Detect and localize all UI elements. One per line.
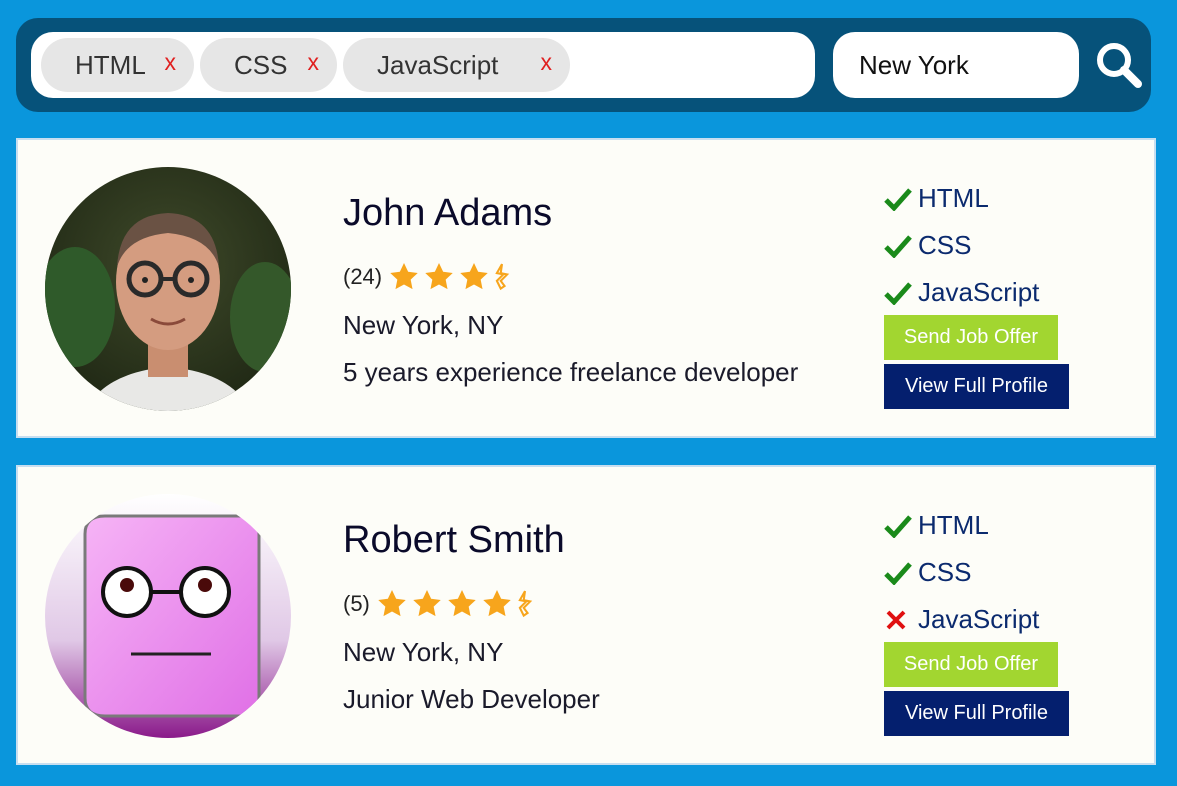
star-icon bbox=[425, 263, 453, 290]
skill-label: HTML bbox=[918, 183, 989, 213]
search-button[interactable] bbox=[1094, 40, 1144, 90]
star-icon bbox=[390, 263, 418, 290]
tag-css: CSS x bbox=[200, 38, 337, 92]
search-icon bbox=[1097, 43, 1142, 88]
send-job-offer-button[interactable]: Send Job Offer bbox=[884, 315, 1058, 360]
check-icon bbox=[884, 187, 912, 211]
star-icon bbox=[448, 590, 476, 617]
star-icon bbox=[378, 590, 406, 617]
skill-tags-input[interactable]: HTML x CSS x JavaScript x bbox=[31, 32, 815, 98]
candidate-description: 5 years experience freelance developer bbox=[343, 357, 799, 387]
star-icon bbox=[483, 590, 511, 617]
avatar bbox=[45, 494, 291, 738]
skill-item: HTML bbox=[884, 502, 1039, 549]
skill-label: JavaScript bbox=[918, 277, 1040, 307]
remove-tag-button[interactable]: x bbox=[165, 35, 177, 89]
skill-item: JavaScript bbox=[884, 596, 1039, 643]
skill-label: JavaScript bbox=[918, 604, 1040, 634]
check-icon bbox=[884, 561, 912, 585]
skill-item: CSS bbox=[884, 549, 1039, 596]
tag-label: JavaScript bbox=[377, 50, 499, 80]
avatar bbox=[45, 167, 291, 411]
skill-label: HTML bbox=[918, 510, 989, 540]
view-full-profile-button[interactable]: View Full Profile bbox=[884, 364, 1069, 409]
tag-javascript: JavaScript x bbox=[343, 38, 570, 92]
rating-count: (5) bbox=[343, 591, 370, 616]
candidate-location: New York, NY bbox=[343, 637, 504, 667]
candidate-description: Junior Web Developer bbox=[343, 684, 600, 714]
location-input[interactable] bbox=[833, 32, 1079, 98]
skill-item: CSS bbox=[884, 222, 1039, 269]
candidate-name[interactable]: John Adams bbox=[343, 192, 552, 235]
skill-label: CSS bbox=[918, 557, 972, 587]
view-full-profile-button[interactable]: View Full Profile bbox=[884, 691, 1069, 736]
tag-html: HTML x bbox=[41, 38, 194, 92]
check-icon bbox=[884, 281, 912, 305]
cross-icon bbox=[886, 610, 906, 629]
star-icon bbox=[460, 263, 488, 290]
check-icon bbox=[884, 234, 912, 258]
skill-item: HTML bbox=[884, 175, 1039, 222]
check-icon bbox=[884, 514, 912, 538]
rating: (24) bbox=[343, 260, 514, 294]
candidate-card: Robert Smith (5) New York, NY Junior Web… bbox=[16, 465, 1156, 765]
candidate-name[interactable]: Robert Smith bbox=[343, 519, 565, 562]
skill-label: CSS bbox=[918, 230, 972, 260]
skill-item: JavaScript bbox=[884, 269, 1039, 316]
candidate-location: New York, NY bbox=[343, 310, 504, 340]
search-bar: HTML x CSS x JavaScript x bbox=[16, 18, 1151, 112]
candidate-card: John Adams (24) New York, NY 5 years exp… bbox=[16, 138, 1156, 438]
remove-tag-button[interactable]: x bbox=[308, 35, 320, 89]
star-icon bbox=[413, 590, 441, 617]
skills-list: HTML CSS JavaScript bbox=[884, 175, 1039, 316]
remove-tag-button[interactable]: x bbox=[541, 35, 553, 89]
half-star-icon bbox=[518, 590, 533, 618]
tag-label: CSS bbox=[234, 50, 288, 80]
rating: (5) bbox=[343, 587, 537, 621]
skills-list: HTML CSS JavaScript bbox=[884, 502, 1039, 643]
half-star-icon bbox=[495, 263, 510, 291]
send-job-offer-button[interactable]: Send Job Offer bbox=[884, 642, 1058, 687]
tag-label: HTML bbox=[75, 50, 146, 80]
rating-count: (24) bbox=[343, 264, 383, 289]
